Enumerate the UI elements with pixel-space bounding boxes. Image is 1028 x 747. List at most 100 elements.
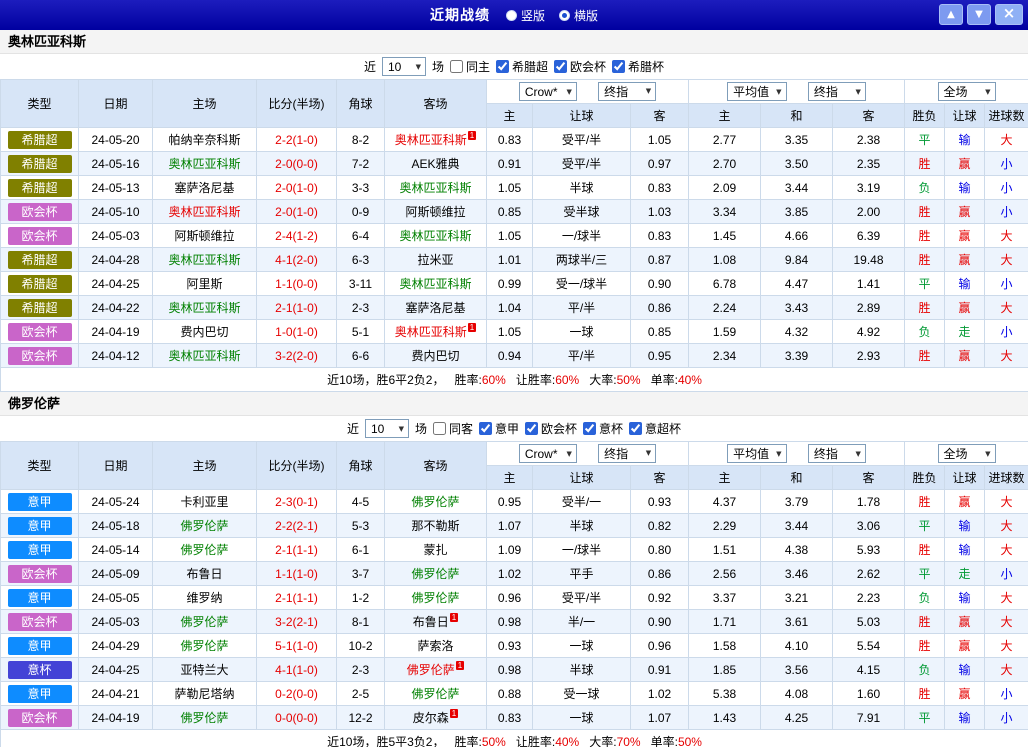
checkbox-input[interactable] bbox=[629, 422, 642, 435]
away-team[interactable]: 佛罗伦萨1 bbox=[385, 658, 487, 682]
away-team[interactable]: 费内巴切 bbox=[385, 344, 487, 368]
away-team[interactable]: 佛罗伦萨 bbox=[385, 562, 487, 586]
away-team[interactable]: 佛罗伦萨 bbox=[385, 490, 487, 514]
final-index-select[interactable]: 终指▼ bbox=[598, 82, 656, 101]
away-team[interactable]: 佛罗伦萨 bbox=[385, 682, 487, 706]
match-score[interactable]: 2-2(1-0) bbox=[257, 128, 337, 152]
home-team[interactable]: 费内巴切 bbox=[153, 320, 257, 344]
home-team[interactable]: 奥林匹亚科斯 bbox=[153, 152, 257, 176]
match-score[interactable]: 2-0(1-0) bbox=[257, 176, 337, 200]
match-count-select[interactable]: 10 ▼ bbox=[382, 57, 426, 76]
league-filter-checkbox[interactable]: 意杯 bbox=[583, 420, 623, 437]
match-score[interactable]: 1-1(1-0) bbox=[257, 562, 337, 586]
home-team[interactable]: 塞萨洛尼基 bbox=[153, 176, 257, 200]
home-team[interactable]: 阿里斯 bbox=[153, 272, 257, 296]
away-team[interactable]: AEK雅典 bbox=[385, 152, 487, 176]
home-team[interactable]: 布鲁日 bbox=[153, 562, 257, 586]
away-team[interactable]: 萨索洛 bbox=[385, 634, 487, 658]
away-team[interactable]: 皮尔森1 bbox=[385, 706, 487, 730]
checkbox-input[interactable] bbox=[612, 60, 625, 73]
match-score[interactable]: 2-0(0-0) bbox=[257, 152, 337, 176]
home-team[interactable]: 亚特兰大 bbox=[153, 658, 257, 682]
league-filter-checkbox[interactable]: 希腊杯 bbox=[612, 58, 664, 75]
home-team[interactable]: 帕纳辛奈科斯 bbox=[153, 128, 257, 152]
match-score[interactable]: 2-2(2-1) bbox=[257, 514, 337, 538]
match-score[interactable]: 3-2(2-1) bbox=[257, 610, 337, 634]
checkbox-input[interactable] bbox=[583, 422, 596, 435]
checkbox-input[interactable] bbox=[554, 60, 567, 73]
away-team[interactable]: 奥林匹亚科斯1 bbox=[385, 320, 487, 344]
checkbox-input[interactable] bbox=[525, 422, 538, 435]
match-score[interactable]: 1-0(1-0) bbox=[257, 320, 337, 344]
match-score[interactable]: 2-0(1-0) bbox=[257, 200, 337, 224]
away-team[interactable]: 奥林匹亚科斯 bbox=[385, 176, 487, 200]
odds-source-select[interactable]: Crow*▼ bbox=[519, 444, 577, 463]
home-team[interactable]: 佛罗伦萨 bbox=[153, 706, 257, 730]
final-index-select-2[interactable]: 终指▼ bbox=[808, 82, 866, 101]
home-team[interactable]: 佛罗伦萨 bbox=[153, 514, 257, 538]
avg-away: 6.39 bbox=[833, 224, 905, 248]
home-team[interactable]: 奥林匹亚科斯 bbox=[153, 344, 257, 368]
match-score[interactable]: 2-1(1-1) bbox=[257, 586, 337, 610]
league-filter-checkbox[interactable]: 希腊超 bbox=[496, 58, 548, 75]
match-score[interactable]: 4-1(2-0) bbox=[257, 248, 337, 272]
radio-vertical-layout[interactable]: 竖版 bbox=[506, 7, 545, 24]
away-team[interactable]: 塞萨洛尼基 bbox=[385, 296, 487, 320]
away-team[interactable]: 奥林匹亚科斯 bbox=[385, 272, 487, 296]
checkbox-input[interactable] bbox=[433, 422, 446, 435]
match-score[interactable]: 2-1(1-0) bbox=[257, 296, 337, 320]
away-team[interactable]: 佛罗伦萨 bbox=[385, 586, 487, 610]
same-venue-checkbox[interactable]: 同客 bbox=[433, 420, 473, 437]
league-filter-checkbox[interactable]: 欧会杯 bbox=[525, 420, 577, 437]
match-score[interactable]: 2-1(1-1) bbox=[257, 538, 337, 562]
home-team[interactable]: 卡利亚里 bbox=[153, 490, 257, 514]
scope-select[interactable]: 全场▼ bbox=[938, 82, 996, 101]
final-index-select-2[interactable]: 终指▼ bbox=[808, 444, 866, 463]
home-team[interactable]: 佛罗伦萨 bbox=[153, 634, 257, 658]
odd-rate-stat: 单率:50% bbox=[651, 735, 702, 747]
same-venue-checkbox[interactable]: 同主 bbox=[450, 58, 490, 75]
match-score[interactable]: 2-3(0-1) bbox=[257, 490, 337, 514]
away-team[interactable]: 蒙扎 bbox=[385, 538, 487, 562]
checkbox-input[interactable] bbox=[450, 60, 463, 73]
final-index-select[interactable]: 终指▼ bbox=[598, 444, 656, 463]
home-team[interactable]: 维罗纳 bbox=[153, 586, 257, 610]
home-team[interactable]: 萨勒尼塔纳 bbox=[153, 682, 257, 706]
checkbox-input[interactable] bbox=[479, 422, 492, 435]
match-score[interactable]: 2-4(1-2) bbox=[257, 224, 337, 248]
league-filter-checkbox[interactable]: 欧会杯 bbox=[554, 58, 606, 75]
match-count-select[interactable]: 10 ▼ bbox=[365, 419, 409, 438]
scroll-up-button[interactable]: ▲ bbox=[939, 4, 963, 25]
home-team[interactable]: 佛罗伦萨 bbox=[153, 538, 257, 562]
away-team[interactable]: 布鲁日1 bbox=[385, 610, 487, 634]
league-badge: 意甲 bbox=[8, 493, 72, 511]
home-team[interactable]: 佛罗伦萨 bbox=[153, 610, 257, 634]
radio-horizontal-layout[interactable]: 横版 bbox=[559, 7, 598, 24]
odds-away: 0.85 bbox=[631, 320, 689, 344]
match-score[interactable]: 0-2(0-0) bbox=[257, 682, 337, 706]
average-select[interactable]: 平均值▼ bbox=[727, 82, 786, 101]
match-score[interactable]: 4-1(1-0) bbox=[257, 658, 337, 682]
league-filter-checkbox[interactable]: 意超杯 bbox=[629, 420, 681, 437]
away-team[interactable]: 奥林匹亚科斯 bbox=[385, 224, 487, 248]
away-team[interactable]: 奥林匹亚科斯1 bbox=[385, 128, 487, 152]
close-button[interactable]: × bbox=[995, 4, 1023, 25]
match-score[interactable]: 1-1(0-0) bbox=[257, 272, 337, 296]
scope-select[interactable]: 全场▼ bbox=[938, 444, 996, 463]
average-select[interactable]: 平均值▼ bbox=[727, 444, 786, 463]
col-header-goals: 进球数 bbox=[985, 104, 1028, 128]
away-team[interactable]: 拉米亚 bbox=[385, 248, 487, 272]
home-team[interactable]: 阿斯顿维拉 bbox=[153, 224, 257, 248]
home-team[interactable]: 奥林匹亚科斯 bbox=[153, 248, 257, 272]
match-score[interactable]: 0-0(0-0) bbox=[257, 706, 337, 730]
away-team[interactable]: 那不勒斯 bbox=[385, 514, 487, 538]
league-filter-checkbox[interactable]: 意甲 bbox=[479, 420, 519, 437]
scroll-down-button[interactable]: ▼ bbox=[967, 4, 991, 25]
away-team[interactable]: 阿斯顿维拉 bbox=[385, 200, 487, 224]
odds-source-select[interactable]: Crow*▼ bbox=[519, 82, 577, 101]
match-score[interactable]: 3-2(2-0) bbox=[257, 344, 337, 368]
checkbox-input[interactable] bbox=[496, 60, 509, 73]
home-team[interactable]: 奥林匹亚科斯 bbox=[153, 200, 257, 224]
home-team[interactable]: 奥林匹亚科斯 bbox=[153, 296, 257, 320]
match-score[interactable]: 5-1(1-0) bbox=[257, 634, 337, 658]
